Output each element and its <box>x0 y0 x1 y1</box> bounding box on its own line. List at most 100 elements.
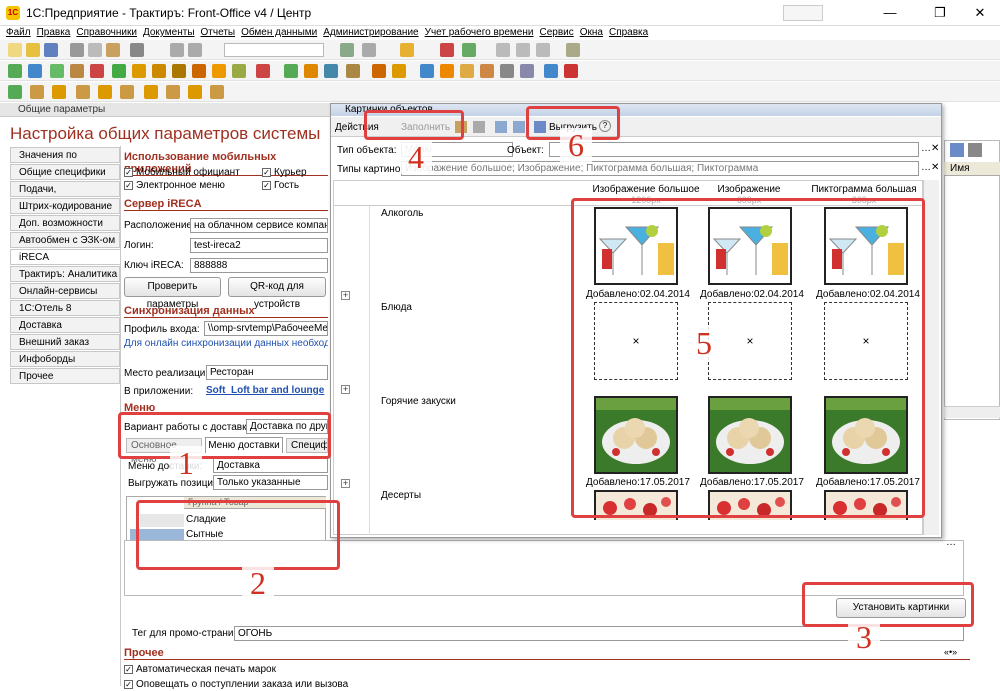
tab-ireca[interactable]: iRECA <box>10 249 120 265</box>
tab-infoboards[interactable]: Инфоборды <box>10 351 120 367</box>
expand-plus-icon[interactable]: + <box>341 479 350 488</box>
save-icon[interactable] <box>44 43 58 57</box>
place-field[interactable]: Ресторан <box>206 365 328 380</box>
app-icon-24[interactable] <box>500 64 514 78</box>
tab-other[interactable]: Прочее <box>10 368 120 384</box>
close-button[interactable]: ✕ <box>970 4 990 22</box>
tab-specifics[interactable]: Общие специфики <box>10 164 120 180</box>
menu-exchange[interactable]: Обмен данными <box>241 27 317 39</box>
right-scrollbar[interactable] <box>944 406 1000 418</box>
info-icon[interactable] <box>400 43 414 57</box>
pic-types-field[interactable]: Изображение большое; Изображение; Пиктог… <box>401 161 919 176</box>
report-icon-7[interactable] <box>144 85 158 99</box>
app-icon-4[interactable] <box>70 64 84 78</box>
app-icon-25[interactable] <box>520 64 534 78</box>
menu-service[interactable]: Сервис <box>539 27 573 39</box>
copy-icon[interactable] <box>88 43 102 57</box>
checkbox-autoprint[interactable]: ✓ <box>124 665 133 674</box>
row-alcohol[interactable]: Алкоголь <box>381 208 423 219</box>
app-icon-20[interactable] <box>420 64 434 78</box>
memory-minus-icon[interactable] <box>536 43 550 57</box>
search-input[interactable] <box>224 43 324 57</box>
sync-note-link[interactable]: Для онлайн синхронизации данных необходи… <box>124 338 328 349</box>
menu-admin[interactable]: Администрирование <box>323 27 418 39</box>
login-field[interactable]: test-ireca2 <box>190 238 328 253</box>
app-icon-21[interactable] <box>440 64 454 78</box>
app-icon-7[interactable] <box>132 64 146 78</box>
checkbox-notify[interactable]: ✓ <box>124 680 133 689</box>
checkbox-courier[interactable]: ✓ <box>262 168 271 177</box>
tab-external-order[interactable]: Внешний заказ <box>10 334 120 350</box>
clear-icon[interactable] <box>473 121 485 133</box>
app-link[interactable]: Soft_Loft bar and lounge <box>206 385 324 396</box>
app-icon-2[interactable] <box>28 64 42 78</box>
app-icon-5[interactable] <box>90 64 104 78</box>
app-icon-10[interactable] <box>192 64 206 78</box>
cut-icon[interactable] <box>70 43 84 57</box>
checkbox-emenu[interactable]: ✓ <box>124 181 133 190</box>
tab-ezk[interactable]: Автообмен с ЭЗК-ом <box>10 232 120 248</box>
app-icon-22[interactable] <box>460 64 474 78</box>
redo-icon[interactable] <box>188 43 202 57</box>
report-icon-2[interactable] <box>30 85 44 99</box>
app-icon-3[interactable] <box>50 64 64 78</box>
menu-catalogs[interactable]: Справочники <box>76 27 137 39</box>
expand-icon[interactable] <box>495 121 507 133</box>
tab-barcode[interactable]: Штрих-кодирование <box>10 198 120 214</box>
tab-delivery[interactable]: Доставка <box>10 317 120 333</box>
report-icon-3[interactable] <box>52 85 66 99</box>
app-icon-9[interactable] <box>172 64 186 78</box>
refresh-icon[interactable] <box>950 143 964 157</box>
tab-analytics[interactable]: Трактиръ: Аналитика <box>10 266 120 282</box>
row-desserts[interactable]: Десерты <box>381 490 421 501</box>
menu-help[interactable]: Справка <box>609 27 648 39</box>
app-icon-6[interactable] <box>112 64 126 78</box>
maximize-button[interactable]: ❐ <box>930 4 950 22</box>
row-dishes[interactable]: Блюда <box>381 302 412 313</box>
memory-plus-icon[interactable] <box>516 43 530 57</box>
dialog-scrollbar[interactable] <box>923 180 939 535</box>
report-icon-6[interactable] <box>120 85 134 99</box>
report-icon-1[interactable] <box>8 85 22 99</box>
new-document-icon[interactable] <box>8 43 22 57</box>
minimize-button[interactable]: — <box>880 4 900 22</box>
app-icon-26[interactable] <box>544 64 558 78</box>
report-icon-8[interactable] <box>166 85 180 99</box>
types-clear-icon[interactable]: ✕ <box>931 162 939 173</box>
object-clear-icon[interactable]: ✕ <box>931 143 939 154</box>
report-icon-5[interactable] <box>98 85 112 99</box>
undo-icon[interactable] <box>170 43 184 57</box>
open-folder-icon[interactable] <box>26 43 40 57</box>
app-icon-12[interactable] <box>232 64 246 78</box>
app-icon-13[interactable] <box>256 64 270 78</box>
export-field[interactable]: Только указанные <box>213 475 328 490</box>
collapse-icon[interactable] <box>513 121 525 133</box>
report-icon-10[interactable] <box>210 85 224 99</box>
find-next-icon[interactable] <box>362 43 376 57</box>
object-select-icon[interactable]: … <box>921 143 931 154</box>
calendar-icon[interactable] <box>462 43 476 57</box>
app-icon-11[interactable] <box>212 64 226 78</box>
sort-icon[interactable] <box>968 143 982 157</box>
calculator-icon[interactable] <box>440 43 454 57</box>
app-icon-19[interactable] <box>392 64 406 78</box>
delivery-menu-field[interactable]: Доставка <box>213 458 328 473</box>
menu-reports[interactable]: Отчеты <box>201 27 236 39</box>
tab-defaults[interactable]: Значения по умолчанию <box>10 147 120 176</box>
menu-file[interactable]: Файл <box>6 27 31 39</box>
profile-field[interactable]: \\omp-srvtemp\РабочееМесто <box>204 321 328 336</box>
window-tools[interactable] <box>783 5 823 21</box>
app-icon-23[interactable] <box>480 64 494 78</box>
check-params-button[interactable]: Проверить параметры <box>124 277 221 310</box>
tab-features[interactable]: Доп. возможности <box>10 215 120 231</box>
memory-m-icon[interactable] <box>496 43 510 57</box>
tools-icon[interactable] <box>566 43 580 57</box>
object-field[interactable] <box>549 142 919 157</box>
report-icon-4[interactable] <box>76 85 90 99</box>
tab-serving[interactable]: Подачи, подтверждения <box>10 181 120 210</box>
row-hot-snacks[interactable]: Горячие закуски <box>381 396 456 407</box>
app-icon-18[interactable] <box>372 64 386 78</box>
tab-online[interactable]: Онлайн-сервисы <box>10 283 120 299</box>
report-icon-9[interactable] <box>188 85 202 99</box>
tab-hotel[interactable]: 1С:Отель 8 <box>10 300 120 316</box>
